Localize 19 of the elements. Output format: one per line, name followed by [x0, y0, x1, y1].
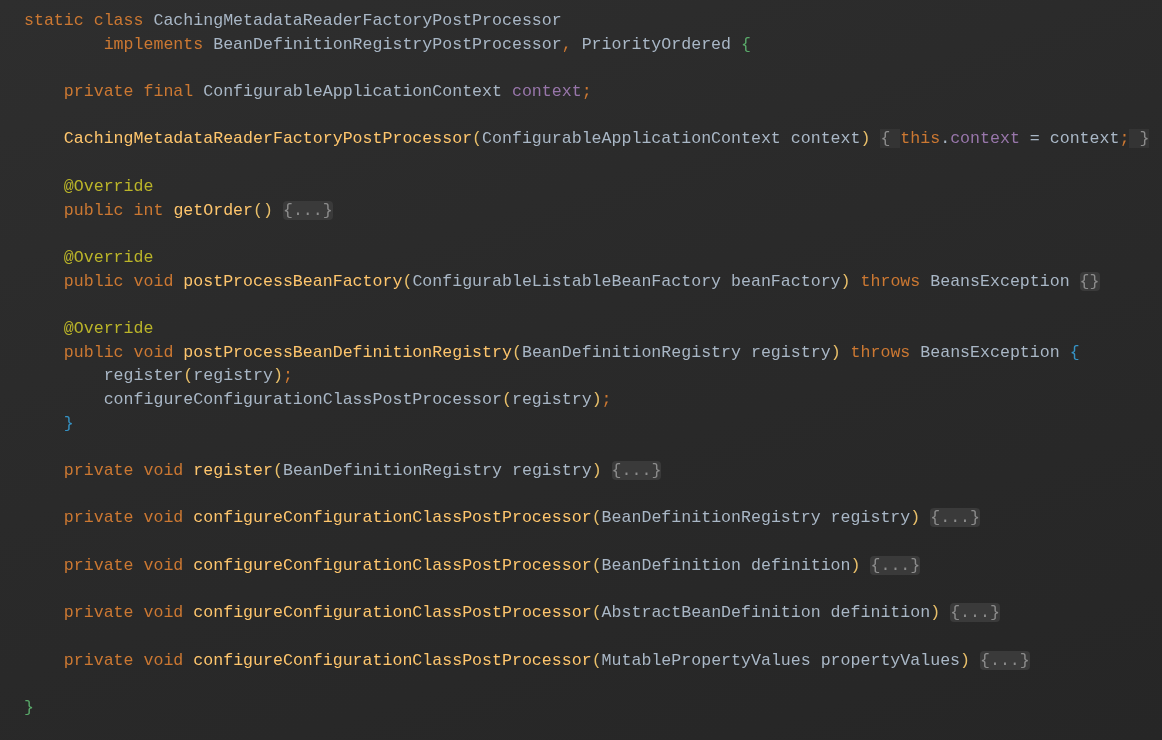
code-line: private void configureConfigurationClassPostProcessor(BeanDefinition definition) {...}: [62, 554, 921, 577]
code-line: @Override: [62, 317, 154, 340]
code-line: register(registry);: [102, 365, 293, 388]
code-line: static class CachingMetadataReaderFactoryPostProcessor: [24, 10, 562, 32]
code-line: private void configureConfigurationClassPostProcessor(MutablePropertyValues propertyValues) {...}: [62, 649, 1030, 672]
code-line: }: [62, 412, 74, 435]
code-line: private void configureConfigurationClassPostProcessor(BeanDefinitionRegistry registry) {...}: [62, 507, 980, 530]
code-line: implements BeanDefinitionRegistryPostProcessor, PriorityOrdered {: [102, 33, 751, 56]
code-line: configureConfigurationClassPostProcessor(registry);: [102, 389, 612, 411]
code-line: CachingMetadataReaderFactoryPostProcessor(ConfigurableApplicationContext context) { this.context = context; }: [62, 128, 1150, 151]
code-line: public void postProcessBeanDefinitionRegistry(BeanDefinitionRegistry registry) throws BeansException {: [62, 341, 1080, 364]
code-line: private void configureConfigurationClassPostProcessor(AbstractBeanDefinition definition) {...}: [62, 602, 1000, 625]
code-line: private final ConfigurableApplicationContext context;: [62, 81, 592, 104]
code-line: @Override: [62, 175, 154, 198]
code-line: public void postProcessBeanFactory(ConfigurableListableBeanFactory beanFactory) throws BeansException {}: [62, 270, 1100, 293]
code-line: private void register(BeanDefinitionRegistry registry) {...}: [62, 460, 662, 483]
code-line: @Override: [62, 246, 154, 269]
code-line: public int getOrder() {...}: [62, 199, 333, 222]
code-line: }: [24, 696, 34, 719]
